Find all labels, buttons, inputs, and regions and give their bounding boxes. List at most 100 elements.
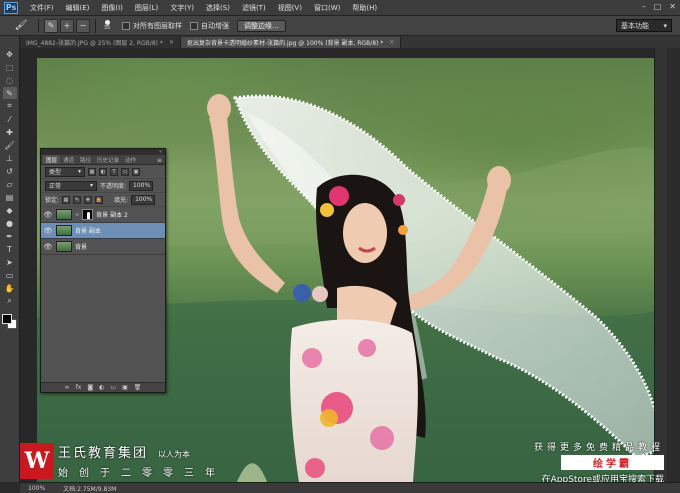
- blur-icon[interactable]: ◆: [3, 204, 17, 216]
- layer-name[interactable]: 背景 副本: [75, 226, 101, 235]
- lock-position-icon[interactable]: ✥: [84, 195, 93, 204]
- adjustment-layer-icon[interactable]: ◐: [99, 384, 104, 391]
- filter-type-icon[interactable]: T: [110, 167, 118, 176]
- path-select-icon[interactable]: ➤: [3, 256, 17, 268]
- dodge-icon[interactable]: ●: [3, 217, 17, 229]
- menu-item[interactable]: 图像(I): [95, 3, 129, 13]
- panel-menu-icon[interactable]: ≡: [157, 157, 162, 164]
- hand-icon[interactable]: ✋: [3, 282, 17, 294]
- lock-all-icon[interactable]: 🔒: [95, 195, 104, 204]
- filter-pixel-icon[interactable]: ▦: [88, 167, 96, 176]
- lasso-icon[interactable]: ◌: [3, 74, 17, 86]
- separator: [95, 18, 96, 33]
- color-swatches[interactable]: [1, 314, 18, 330]
- add-to-selection-button[interactable]: +: [60, 18, 74, 33]
- blend-mode-select[interactable]: 正常 ▾: [45, 180, 97, 191]
- checkbox-box[interactable]: [190, 21, 198, 30]
- add-mask-icon[interactable]: ◙: [87, 384, 93, 391]
- layer-row-selected[interactable]: 👁 背景 副本: [41, 223, 165, 239]
- layer-row[interactable]: 👁 背景: [41, 239, 165, 255]
- maximize-button[interactable]: □: [654, 2, 662, 11]
- brand-logo: W: [20, 442, 54, 479]
- crop-icon[interactable]: ⌗: [3, 100, 17, 112]
- subtract-selection-button[interactable]: −: [76, 18, 90, 33]
- menu-item[interactable]: 帮助(H): [346, 3, 383, 13]
- marquee-icon[interactable]: ⬚: [3, 61, 17, 73]
- tab-paths[interactable]: 路径: [77, 155, 94, 164]
- tab-document-1[interactable]: IMG_4882-张篇的.JPG @ 25% (图层 2, RGB/8) * ✕: [20, 37, 181, 48]
- minimize-button[interactable]: –: [642, 2, 646, 11]
- foreground-color[interactable]: [1, 314, 12, 324]
- quick-select-icon[interactable]: ✎: [2, 87, 17, 99]
- eraser-icon[interactable]: ▱: [3, 178, 17, 190]
- tab-layers[interactable]: 图层: [43, 155, 61, 164]
- filter-adjust-icon[interactable]: ◐: [99, 167, 107, 176]
- brush-icon[interactable]: 🖌: [3, 139, 17, 151]
- close-icon[interactable]: ✕: [389, 39, 394, 46]
- type-icon[interactable]: T: [3, 243, 17, 255]
- new-group-icon[interactable]: ▭: [110, 384, 116, 391]
- link-layers-icon[interactable]: ∞: [65, 384, 70, 391]
- opacity-input[interactable]: 100%: [129, 180, 154, 191]
- new-layer-icon[interactable]: ▣: [122, 384, 128, 391]
- layer-row[interactable]: 👁 ∞ 背景 副本 2: [41, 207, 165, 223]
- menu-item[interactable]: 编辑(E): [60, 3, 96, 13]
- lock-pixels-icon[interactable]: ✎: [73, 195, 82, 204]
- link-icon[interactable]: ∞: [75, 212, 79, 218]
- filter-shape-icon[interactable]: ▭: [121, 167, 129, 176]
- trash-icon[interactable]: 🗑: [134, 384, 142, 391]
- tab-history[interactable]: 历史记录: [94, 155, 122, 164]
- close-button[interactable]: ✕: [669, 2, 676, 11]
- tab-document-2[interactable]: 抠出复杂背景卡透明婚纱素材-张篇的.jpg @ 100% (背景 副本, RGB…: [180, 37, 402, 48]
- document-tabs: IMG_4882-张篇的.JPG @ 25% (图层 2, RGB/8) * ✕…: [20, 36, 680, 48]
- filter-row: 类型 ▾ ▦ ◐ T ▭ ▣: [41, 165, 165, 179]
- shape-icon[interactable]: ▭: [3, 269, 17, 281]
- workspace-select[interactable]: 基本功能 ▾: [616, 19, 672, 32]
- brush-size-value: 35: [103, 25, 111, 31]
- tab-actions[interactable]: 动作: [122, 155, 139, 164]
- kind-filter-select[interactable]: 类型 ▾: [45, 166, 85, 177]
- new-selection-button[interactable]: ✎: [44, 18, 58, 33]
- zoom-level[interactable]: 100%: [28, 485, 45, 492]
- panel-tabs: 图层 通道 路径 历史记录 动作 ≡: [41, 155, 165, 165]
- brush-icon[interactable]: 🖌: [8, 18, 34, 34]
- menu-item[interactable]: 窗口(W): [308, 3, 346, 13]
- auto-enhance-checkbox[interactable]: 自动增强: [190, 21, 229, 31]
- vertical-scrollbar[interactable]: [654, 48, 667, 482]
- move-icon[interactable]: ✥: [3, 48, 17, 60]
- fill-input[interactable]: 100%: [131, 194, 156, 205]
- checkbox-box[interactable]: [122, 21, 130, 30]
- filter-smart-icon[interactable]: ▣: [132, 167, 140, 176]
- brush-size-picker[interactable]: 35: [100, 18, 114, 34]
- history-brush-icon[interactable]: ↺: [3, 165, 17, 177]
- menu-item[interactable]: 滤镜(T): [236, 3, 272, 13]
- pen-icon[interactable]: ✒: [3, 230, 17, 242]
- layer-thumbnail: [56, 225, 72, 236]
- gradient-icon[interactable]: ▤: [3, 191, 17, 203]
- menu-item[interactable]: 选择(S): [200, 3, 236, 13]
- refine-edge-button[interactable]: 调整边缘...: [237, 19, 286, 32]
- tab-channels[interactable]: 通道: [60, 155, 77, 164]
- fx-icon[interactable]: fx: [76, 384, 82, 391]
- eye-icon[interactable]: 👁: [43, 227, 53, 235]
- sample-all-layers-checkbox[interactable]: 对所有图层取样: [122, 21, 182, 31]
- menu-item[interactable]: 文件(F): [24, 3, 60, 13]
- menu-item[interactable]: 视图(V): [272, 3, 308, 13]
- eye-icon[interactable]: 👁: [43, 211, 53, 219]
- layers-panel: « 图层 通道 路径 历史记录 动作 ≡ 类型 ▾ ▦ ◐ T ▭ ▣ 正常 ▾…: [40, 148, 166, 393]
- menu-item[interactable]: 文字(Y): [164, 3, 200, 13]
- collapse-icon[interactable]: «: [159, 149, 162, 155]
- layer-name[interactable]: 背景: [75, 242, 87, 251]
- stamp-icon[interactable]: ⊥: [3, 152, 17, 164]
- healing-icon[interactable]: ✚: [3, 126, 17, 138]
- lock-transparent-icon[interactable]: ▦: [62, 195, 71, 204]
- zoom-icon[interactable]: ⌕: [3, 295, 17, 307]
- layer-name[interactable]: 背景 副本 2: [96, 210, 128, 219]
- eye-icon[interactable]: 👁: [43, 243, 53, 251]
- eyedropper-icon[interactable]: ⁄: [3, 113, 17, 125]
- promo-app-name: 绘学霸: [561, 455, 664, 470]
- layer-mask-thumbnail[interactable]: [82, 209, 94, 220]
- close-icon[interactable]: ✕: [169, 39, 174, 46]
- window-controls: – □ ✕: [642, 2, 676, 11]
- menu-item[interactable]: 图层(L): [129, 3, 164, 13]
